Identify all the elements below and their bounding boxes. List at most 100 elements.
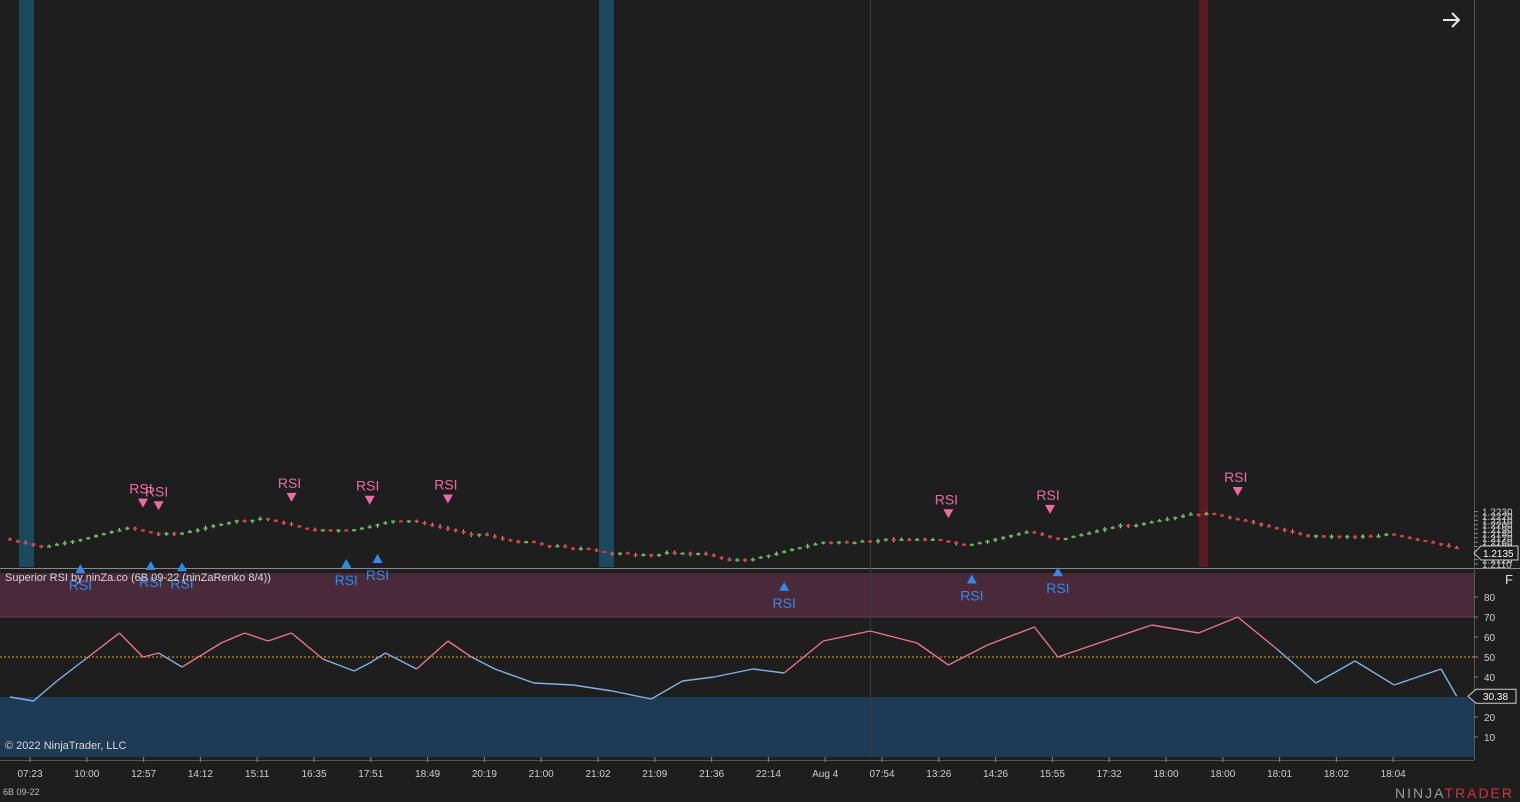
candle-up: [750, 558, 755, 561]
candle-up: [1079, 534, 1084, 537]
sell-signal-icon: [1232, 487, 1243, 497]
candle-up: [860, 540, 865, 543]
candle-up: [617, 552, 622, 555]
candle-up: [1094, 530, 1099, 533]
candle-up: [70, 540, 75, 543]
candle-down: [539, 542, 544, 546]
time-tick-label: 17:32: [1097, 769, 1122, 780]
candle-up: [641, 554, 646, 557]
candle-down: [1298, 533, 1303, 536]
candle-up: [258, 517, 263, 520]
chart-canvas[interactable]: RSI RSI RSI RSI RSIRSI RSI RSIRSIRSIRSI RSI RSIR…: [0, 0, 1520, 802]
candle-up: [1118, 524, 1123, 527]
price-tick-label: 1.2230: [1482, 508, 1513, 519]
rsi-line-segment: [447, 640, 472, 658]
candle-down: [868, 540, 873, 543]
candle-up: [1134, 524, 1139, 527]
candle-down: [907, 538, 912, 541]
candle-up: [1110, 526, 1115, 529]
sell-signal-icon: [943, 509, 954, 519]
candle-down: [531, 541, 536, 544]
rsi-tick-label: 60: [1484, 633, 1496, 644]
candle-down: [1235, 518, 1240, 521]
sell-signal-label: RSI: [1224, 469, 1247, 485]
rsi-tick-label: 20: [1484, 713, 1496, 724]
candle-up: [524, 541, 529, 544]
rsi-line-segment: [1033, 626, 1059, 658]
rsi-line-segment: [1198, 616, 1239, 634]
candle-down: [1055, 537, 1060, 540]
candle-down: [586, 547, 591, 550]
time-tick-label: 15:55: [1040, 769, 1065, 780]
candle-up: [78, 539, 83, 542]
candle-up: [1063, 537, 1068, 540]
candle-up: [790, 548, 794, 551]
candle-down: [485, 533, 490, 536]
candle-up: [1188, 513, 1193, 516]
chart-window: RSI RSI RSI RSI RSI RSI RSI RSI RSI RSI RSI RSI RSI R…: [0, 0, 1520, 802]
sell-signal-icon: [137, 498, 148, 508]
candle-up: [1102, 528, 1107, 531]
sell-signal-label: RSI: [356, 478, 379, 494]
buy-signal-icon: [372, 554, 383, 564]
time-tick-label: 18:02: [1324, 769, 1349, 780]
time-tick-label: 15:11: [245, 769, 270, 780]
candle-down: [430, 524, 435, 527]
candle-down: [946, 540, 951, 543]
time-tick-label: 21:09: [642, 769, 667, 780]
candle-down: [8, 538, 12, 541]
rsi-line-segment: [471, 656, 496, 670]
candle-up: [821, 541, 826, 544]
candle-up: [367, 526, 372, 529]
scroll-right-arrow-icon[interactable]: [1438, 7, 1466, 33]
time-tick-label: 18:00: [1210, 769, 1235, 780]
candle-up: [836, 541, 841, 544]
candle-down: [711, 554, 716, 557]
brand-right: TRADER: [1444, 785, 1514, 801]
rsi-line-segment: [1354, 660, 1395, 686]
candle-up: [94, 535, 99, 538]
candle-up: [680, 552, 685, 555]
candle-down: [242, 520, 247, 523]
time-tick-label: 21:36: [699, 769, 724, 780]
rsi-tick-label: 50: [1484, 653, 1496, 664]
candle-up: [805, 545, 810, 548]
candle-up: [578, 547, 583, 550]
time-tick-label: 17:51: [358, 769, 383, 780]
candle-down: [492, 535, 497, 538]
candle-up: [406, 520, 411, 523]
candle-down: [344, 529, 349, 532]
candle-up: [1329, 535, 1334, 538]
candle-up: [1165, 518, 1170, 521]
candle-up: [1157, 519, 1162, 522]
time-tick-label: 12:57: [131, 769, 156, 780]
sell-signal-label: RSI: [1036, 487, 1059, 503]
candle-up: [852, 542, 857, 545]
candle-down: [1251, 521, 1256, 524]
f-toggle-button[interactable]: F: [1499, 572, 1519, 590]
time-tick-label: 10:00: [74, 769, 99, 780]
ninjatrader-logo: NINJATRADER: [1395, 785, 1514, 801]
candle-up: [117, 529, 122, 532]
candle-down: [31, 543, 36, 546]
candle-down: [39, 545, 44, 548]
rsi-line-segment: [1057, 640, 1106, 658]
rsi-line-segment: [572, 684, 613, 692]
time-tick-label: 13:26: [926, 769, 951, 780]
oversold-zone: [0, 697, 1474, 757]
time-tick-label: 07:23: [17, 769, 42, 780]
candle-down: [297, 525, 302, 528]
candle-down: [1274, 527, 1279, 530]
candle-down: [328, 529, 333, 532]
candle-up: [195, 529, 200, 532]
time-tick-label: 21:02: [585, 769, 610, 780]
candle-up: [1376, 535, 1381, 538]
rsi-line-segment: [1393, 668, 1442, 686]
buy-signal-label: RSI: [366, 567, 389, 583]
sell-signal-icon: [1045, 504, 1056, 514]
time-tick-label: 18:01: [1267, 769, 1292, 780]
candle-down: [571, 547, 576, 550]
candle-down: [610, 552, 615, 555]
candle-up: [187, 531, 192, 534]
time-tick-label: 22:14: [756, 769, 781, 780]
